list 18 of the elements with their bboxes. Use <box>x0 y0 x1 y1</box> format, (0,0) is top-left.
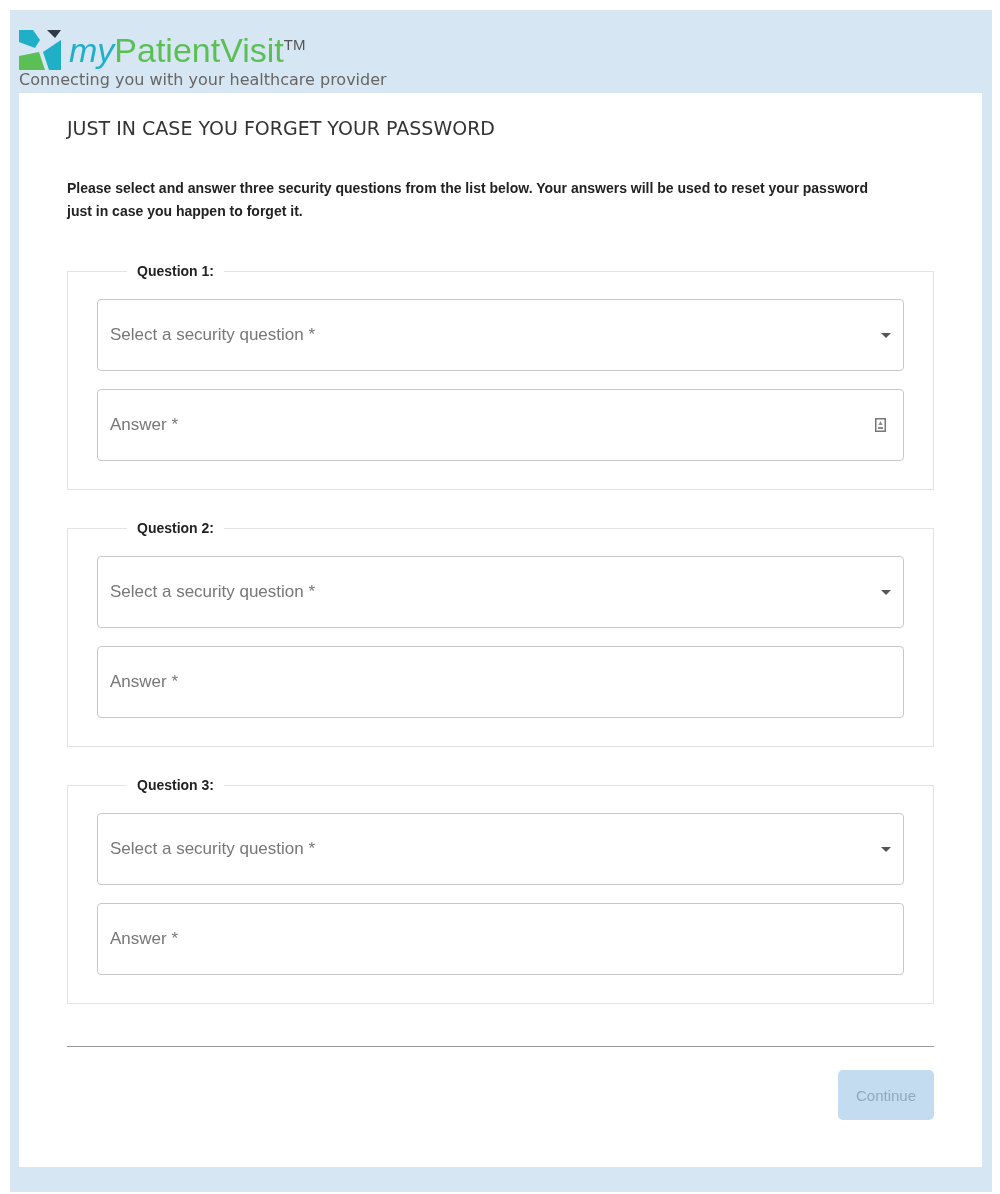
brand-name: myPatientVisit$^{TM}$ <box>69 33 306 67</box>
answer-field[interactable]: Answer * <box>97 903 904 975</box>
logo-icon <box>19 30 61 70</box>
password-manager-icon[interactable] <box>875 418 886 432</box>
caret-icon <box>881 589 891 595</box>
page-title: JUST IN CASE YOU FORGET YOUR PASSWORD <box>67 117 496 139</box>
security-question-select[interactable]: Select a security question * <box>97 299 904 371</box>
caret-icon <box>881 332 891 338</box>
security-question-select[interactable]: Select a security question * <box>97 556 904 628</box>
tagline: Connecting you with your healthcare provider <box>19 70 388 89</box>
question-legend: Question 1: <box>127 263 224 279</box>
answer-field[interactable]: Answer * <box>97 389 904 461</box>
answer-field[interactable]: Answer * <box>97 646 904 718</box>
security-question-select[interactable]: Select a security question * <box>97 813 904 885</box>
caret-icon <box>881 846 891 852</box>
intro-text: Please select and answer three security questions from the list below. Your answers will be used to reset your password just in case you happen to forget it. <box>67 179 870 221</box>
question-legend: Question 2: <box>127 520 224 536</box>
question-legend: Question 3: <box>127 777 224 793</box>
